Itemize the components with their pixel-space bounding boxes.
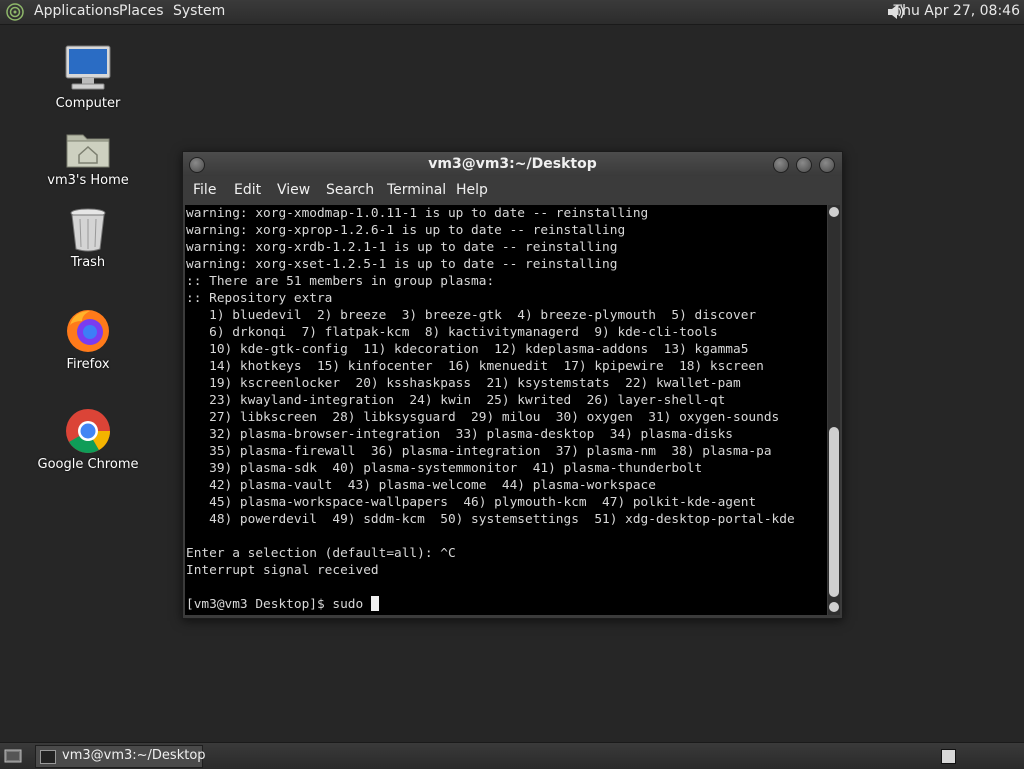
terminal-output[interactable]: warning: xorg-xmodmap-1.0.11-1 is up to … [185, 205, 827, 615]
clock[interactable]: Thu Apr 27, 08:46 [894, 3, 1020, 19]
applications-menu[interactable]: Applications [34, 3, 120, 19]
desktop-icon-label: Google Chrome [37, 457, 139, 472]
desktop-icon-label: Trash [70, 255, 106, 270]
bottom-panel: vm3@vm3:~/Desktop [0, 742, 1024, 769]
firefox-icon [67, 310, 109, 352]
top-panel: Applications Places System Thu Apr 27, 0… [0, 0, 1024, 25]
computer-icon [65, 45, 111, 90]
taskbar-item-terminal[interactable]: vm3@vm3:~/Desktop [35, 745, 206, 768]
taskbar-item-label: vm3@vm3:~/Desktop [62, 748, 206, 763]
places-menu[interactable]: Places [119, 3, 164, 19]
menu-file[interactable]: File [193, 182, 216, 198]
window-titlebar[interactable]: vm3@vm3:~/Desktop [183, 152, 842, 176]
terminal-window: vm3@vm3:~/Desktop File Edit View Search … [182, 151, 843, 619]
desktop-icon-trash[interactable]: Trash [33, 207, 143, 270]
chrome-icon [66, 409, 110, 453]
vertical-scrollbar[interactable] [828, 205, 840, 615]
terminal-cursor [370, 596, 379, 611]
desktop-icon-label: Computer [55, 96, 121, 111]
close-button[interactable] [819, 157, 835, 173]
scrollbar-thumb[interactable] [829, 427, 839, 597]
distro-logo-icon[interactable] [5, 2, 25, 22]
terminal-menubar: File Edit View Search Terminal Help [183, 176, 842, 204]
home-folder-icon [66, 134, 110, 168]
scroll-down-arrow[interactable] [829, 602, 839, 612]
minimize-button[interactable] [773, 157, 789, 173]
desktop-icon-label: Firefox [66, 357, 110, 372]
terminal-icon [40, 750, 56, 764]
maximize-button[interactable] [796, 157, 812, 173]
desktop-icon-label: vm3's Home [47, 173, 129, 188]
workspace-switcher[interactable] [941, 749, 956, 764]
desktop-icon-computer[interactable]: Computer [33, 44, 143, 111]
trash-icon [70, 208, 106, 252]
desktop-icon-chrome[interactable]: Google Chrome [33, 407, 143, 472]
scroll-up-arrow[interactable] [829, 207, 839, 217]
desktop-icon-home[interactable]: vm3's Home [33, 127, 143, 188]
menu-view[interactable]: View [277, 182, 310, 198]
show-desktop-icon[interactable] [4, 748, 22, 764]
window-title: vm3@vm3:~/Desktop [428, 156, 597, 172]
system-menu[interactable]: System [173, 3, 225, 19]
desktop-icon-firefox[interactable]: Firefox [33, 307, 143, 372]
terminal-text: warning: xorg-xmodmap-1.0.11-1 is up to … [186, 206, 795, 612]
menu-terminal[interactable]: Terminal [387, 182, 446, 198]
menu-search[interactable]: Search [326, 182, 374, 198]
menu-help[interactable]: Help [456, 182, 488, 198]
menu-edit[interactable]: Edit [234, 182, 261, 198]
